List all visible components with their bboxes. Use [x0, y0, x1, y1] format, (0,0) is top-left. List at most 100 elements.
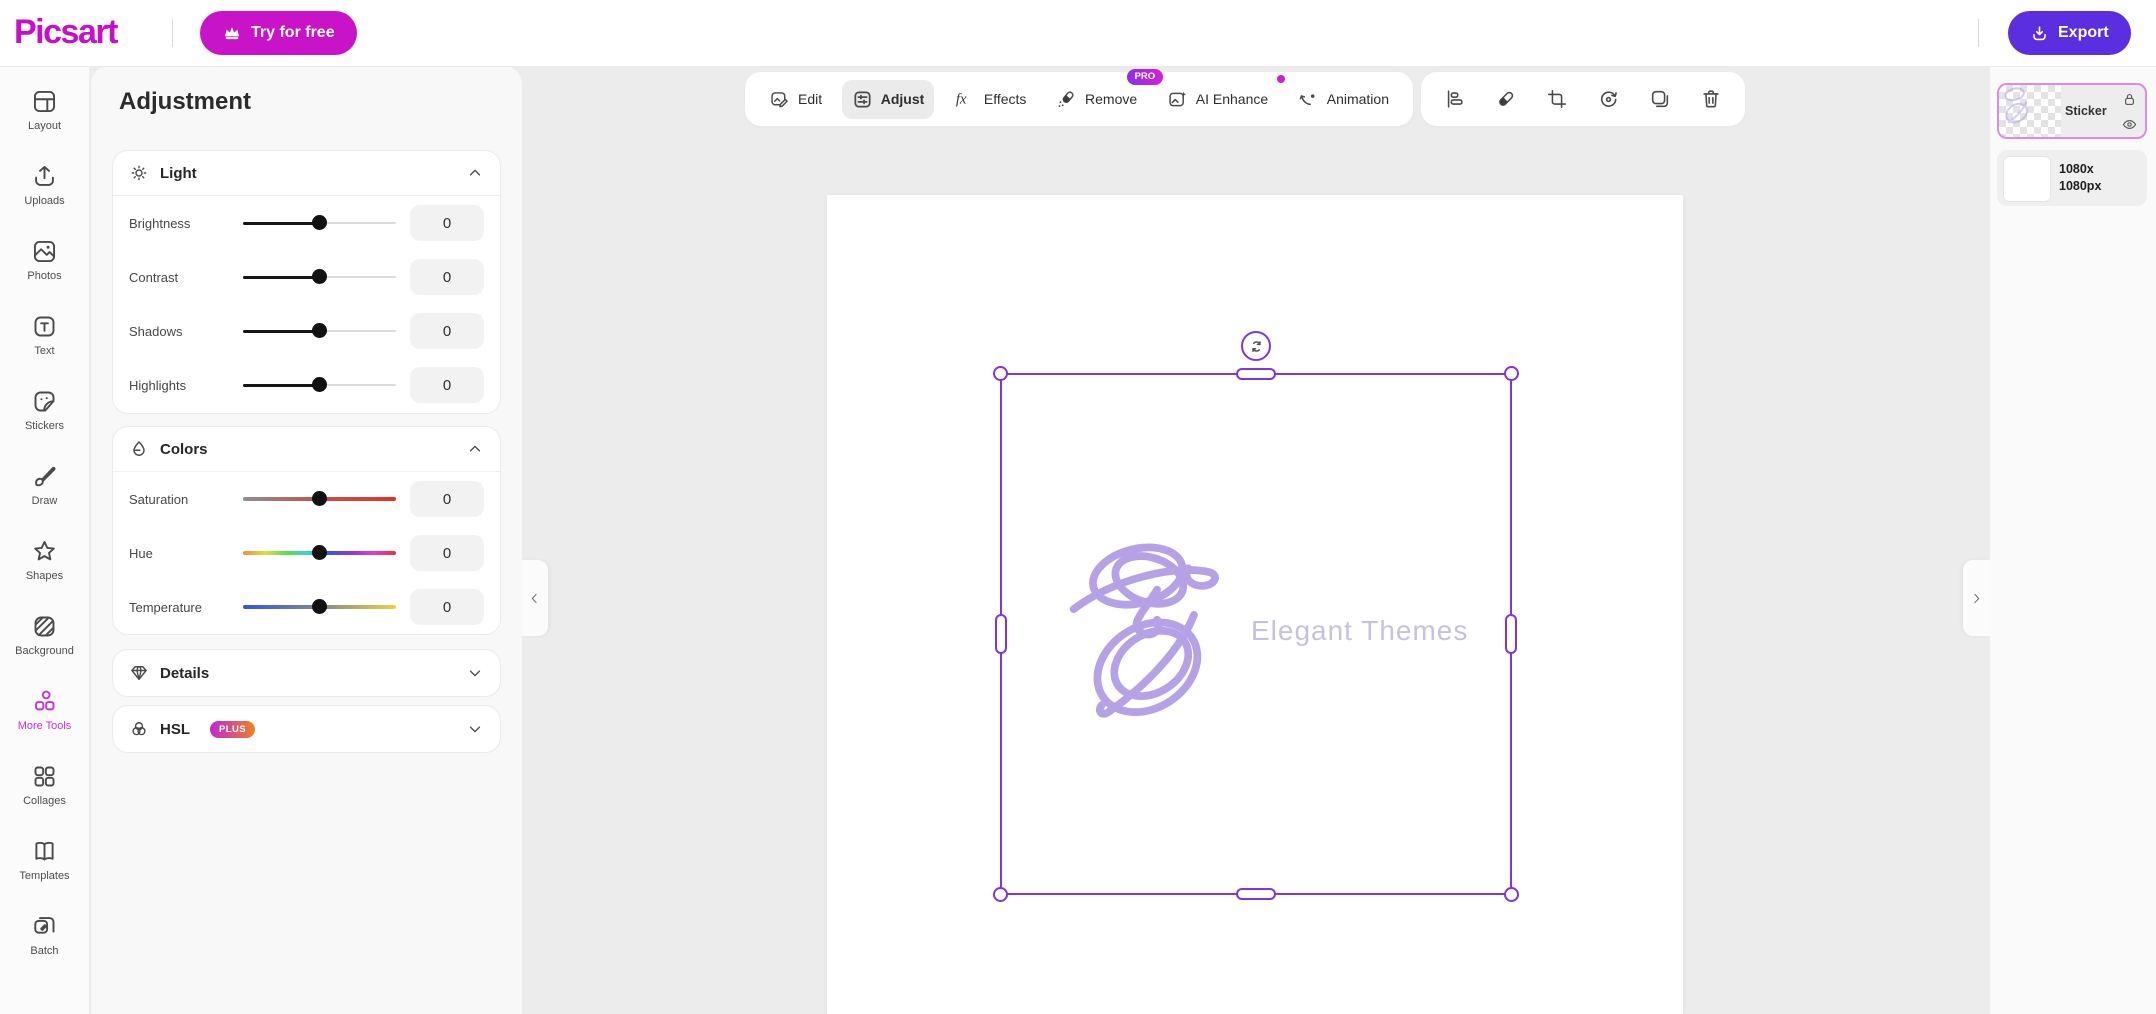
slider-value: 0 — [410, 205, 484, 241]
slider-knob[interactable] — [312, 491, 327, 506]
hsl-section-header[interactable]: HSL PLUS — [113, 706, 500, 752]
chevron-down-icon[interactable] — [466, 664, 484, 682]
tool-animation[interactable]: Animation — [1288, 80, 1399, 119]
sidebar-item-layout[interactable]: Layout — [0, 88, 90, 163]
sidebar-item-label: Draw — [31, 495, 58, 507]
new-feature-dot — [1277, 74, 1286, 83]
animation-icon — [1299, 93, 1315, 105]
resize-handle-right[interactable] — [1505, 614, 1517, 654]
temperature-slider[interactable] — [243, 599, 396, 615]
picsart-logo[interactable]: Picsart — [14, 13, 118, 52]
slider-row-temperature: Temperature 0 — [113, 580, 500, 634]
slider-label: Saturation — [129, 491, 189, 507]
sidebar-item-label: Background — [15, 645, 74, 657]
resize-handle-top[interactable] — [1236, 368, 1276, 380]
hue-slider[interactable] — [243, 545, 396, 561]
collapse-right-panel-button[interactable] — [1963, 560, 1990, 636]
toggle-visibility-button[interactable] — [2121, 116, 2138, 133]
layer-sticker[interactable]: Sticker — [1997, 83, 2147, 139]
slider-knob[interactable] — [312, 215, 327, 230]
section-title: Details — [160, 664, 210, 682]
sidebar-item-stickers[interactable]: Stickers — [0, 388, 90, 463]
rotate-sync-icon — [1251, 340, 1261, 352]
chevron-up-icon[interactable] — [466, 440, 484, 458]
slider-knob[interactable] — [312, 269, 327, 284]
chevron-down-icon[interactable] — [466, 720, 484, 738]
saturation-slider[interactable] — [243, 491, 396, 507]
resize-handle-bottom-left[interactable] — [993, 887, 1008, 902]
sidebar-item-collages[interactable]: Collages — [0, 763, 90, 838]
tool-adjust[interactable]: Adjust — [841, 79, 935, 119]
rotate-handle[interactable] — [1241, 331, 1271, 361]
plus-badge: PLUS — [210, 720, 255, 738]
rotate-icon — [1600, 90, 1617, 107]
star-icon — [34, 540, 55, 561]
contrast-slider[interactable] — [243, 269, 396, 285]
chevron-up-icon[interactable] — [466, 164, 484, 182]
slider-knob[interactable] — [312, 599, 327, 614]
layer-background[interactable]: 1080x 1080px — [1997, 150, 2147, 206]
resize-handle-left[interactable] — [995, 614, 1007, 654]
eraser-icon — [1499, 91, 1514, 106]
duplicate-button[interactable] — [1643, 82, 1677, 116]
crop-button[interactable] — [1540, 82, 1574, 116]
sidebar-item-photos[interactable]: Photos — [0, 238, 90, 313]
export-button[interactable]: Export — [2008, 11, 2131, 55]
canvas-size-label: 1080x 1080px — [2059, 162, 2102, 193]
lock-layer-button[interactable] — [2121, 91, 2138, 108]
collapse-left-panel-button[interactable] — [521, 560, 548, 636]
object-actions-toolbar — [1421, 72, 1745, 126]
details-section-header[interactable]: Details — [113, 650, 500, 696]
slider-value: 0 — [410, 259, 484, 295]
light-section-header[interactable]: Light — [113, 151, 500, 195]
tool-remove[interactable]: Remove PRO — [1046, 68, 1164, 119]
tool-label: Remove — [1085, 91, 1138, 107]
resize-handle-bottom[interactable] — [1236, 888, 1276, 900]
rotate-flip-button[interactable] — [1592, 82, 1626, 116]
resize-handle-bottom-right[interactable] — [1504, 887, 1519, 902]
tool-ai-enhance[interactable]: AI Enhance — [1157, 74, 1286, 119]
crop-icon — [1548, 89, 1567, 109]
gem-icon — [131, 666, 147, 680]
sidebar-item-draw[interactable]: Draw — [0, 463, 90, 538]
hsl-section: HSL PLUS — [112, 705, 501, 753]
sidebar-item-label: Uploads — [24, 195, 65, 207]
sidebar-item-text[interactable]: Text — [0, 313, 90, 388]
brightness-slider[interactable] — [243, 215, 396, 231]
sidebar-item-label: Collages — [23, 795, 66, 807]
sidebar-item-background[interactable]: Background — [0, 613, 90, 688]
slider-knob[interactable] — [312, 545, 327, 560]
sidebar-item-shapes[interactable]: Shapes — [0, 538, 90, 613]
sidebar-item-label: Layout — [27, 120, 62, 132]
sidebar-item-more-tools[interactable]: More Tools — [0, 688, 90, 763]
top-bar: Picsart Try for free Export — [0, 0, 2156, 67]
align-button[interactable] — [1438, 82, 1472, 116]
eye-icon — [2122, 120, 2137, 129]
slider-knob[interactable] — [312, 323, 327, 338]
colors-section-header[interactable]: Colors — [113, 427, 500, 471]
tool-label: Animation — [1326, 91, 1389, 107]
slider-knob[interactable] — [312, 377, 327, 392]
sidebar-item-templates[interactable]: Templates — [0, 838, 90, 913]
highlights-slider[interactable] — [243, 377, 396, 393]
background-icon — [34, 616, 55, 637]
tool-label: AI Enhance — [1195, 91, 1269, 107]
resize-handle-top-right[interactable] — [1504, 366, 1519, 381]
chevron-left-icon — [531, 593, 537, 603]
tool-effects[interactable]: fx Effects — [944, 79, 1037, 119]
resize-handle-top-left[interactable] — [993, 366, 1008, 381]
sidebar-item-uploads[interactable]: Uploads — [0, 163, 90, 238]
lock-icon — [2125, 93, 2134, 106]
sidebar-item-batch[interactable]: Batch — [0, 913, 90, 988]
sidebar-item-label: Photos — [27, 270, 62, 282]
sticker-selection-box[interactable] — [993, 331, 1519, 902]
tool-edit[interactable]: Edit — [759, 80, 832, 119]
delete-button[interactable] — [1694, 82, 1728, 116]
sun-icon — [131, 165, 147, 181]
try-for-free-button[interactable]: Try for free — [200, 11, 357, 55]
layer-name: Sticker — [2065, 104, 2107, 118]
slider-row-saturation: Saturation 0 — [113, 472, 500, 526]
eraser-button[interactable] — [1489, 82, 1523, 116]
shadows-slider[interactable] — [243, 323, 396, 339]
slider-row-shadows: Shadows 0 — [113, 304, 500, 358]
